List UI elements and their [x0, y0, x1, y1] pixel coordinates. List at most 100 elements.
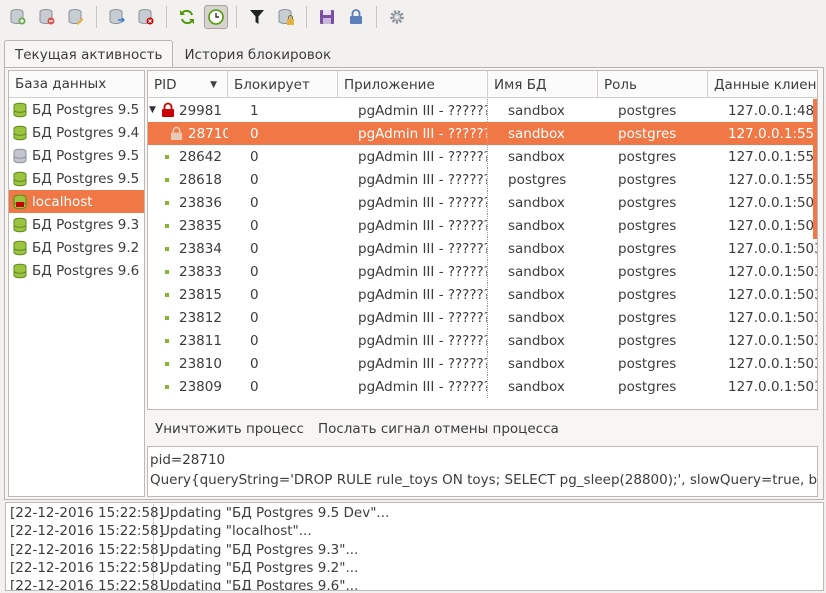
auto-refresh-button[interactable]: [204, 5, 228, 29]
refresh-button[interactable]: [175, 5, 199, 29]
process-row[interactable]: ▼ 29981 1 pgAdmin III - ??????? sandbox post…: [148, 99, 817, 122]
lock-button[interactable]: [344, 5, 368, 29]
cell-pid: 23812: [148, 306, 228, 329]
connect-button[interactable]: [105, 5, 129, 29]
filter-icon: [250, 10, 264, 24]
toolbar-separator: [306, 6, 307, 28]
database-item[interactable]: localhost: [9, 190, 144, 213]
auto-refresh-clock-icon: [208, 9, 224, 25]
lock-waiting-icon: [170, 126, 183, 140]
process-row[interactable]: 28618 0 pgAdmin III - ??????? postgres postg…: [148, 168, 818, 191]
pid-value: 23811: [179, 332, 222, 349]
add-database-button[interactable]: [6, 5, 30, 29]
cell-role: postgres: [618, 309, 677, 326]
column-header-label: Роль: [604, 76, 637, 93]
process-row[interactable]: 23834 0 pgAdmin III - ??????? sandbox postgr…: [148, 237, 817, 260]
tab-current-activity[interactable]: Текущая активность: [4, 40, 174, 68]
cancel-process-button[interactable]: Послать сигнал отмены процесса: [318, 421, 559, 437]
cell-role: postgres: [618, 217, 677, 234]
cell-application: pgAdmin III - ???????: [338, 122, 488, 145]
tab-lock-history[interactable]: История блокировок: [173, 40, 342, 68]
pid-value: 28642: [179, 148, 222, 165]
database-item-label: БД Postgres 9.2: [32, 239, 140, 256]
pid-value: 29981: [179, 102, 222, 119]
column-header-client-data[interactable]: Данные клиен: [708, 71, 817, 98]
cell-role: postgres: [618, 240, 677, 257]
cell-pid: 23810: [148, 352, 228, 375]
cell-client-data: 127.0.0.1:557: [728, 171, 818, 188]
cell-application: pgAdmin III - ???????: [338, 260, 488, 283]
edit-database-button[interactable]: [64, 5, 88, 29]
database-item[interactable]: БД Postgres 9.5 г: [9, 144, 144, 167]
cell-pid: 28618: [148, 168, 228, 191]
database-item[interactable]: БД Postgres 9.6: [9, 259, 144, 282]
cell-database-name: sandbox: [508, 240, 565, 257]
cell-application: pgAdmin III - ???????: [338, 99, 488, 122]
cell-database-name: sandbox: [508, 332, 565, 349]
process-row[interactable]: 23836 0 pgAdmin III - ??????? sandbox postgr…: [148, 191, 817, 214]
save-button[interactable]: [315, 5, 339, 29]
expand-arrow-icon[interactable]: ▼: [149, 105, 156, 115]
column-header-role[interactable]: Роль: [598, 71, 708, 98]
database-item[interactable]: БД Postgres 9.5 D: [9, 167, 144, 190]
database-item[interactable]: БД Postgres 9.2: [9, 236, 144, 259]
toolbar-separator: [166, 6, 167, 28]
cell-blocks: 0: [250, 171, 259, 188]
log-row: [22-12-2016 15:22:58] Updating "БД Postgr…: [6, 540, 823, 559]
process-row[interactable]: 23835 0 pgAdmin III - ??????? sandbox postgr…: [148, 214, 817, 237]
process-row[interactable]: 28710 0 pgAdmin III - ??????? sandbox postgr…: [148, 122, 817, 145]
process-row[interactable]: 28642 0 pgAdmin III - ??????? sandbox postgr…: [148, 145, 817, 168]
locks-button[interactable]: [274, 5, 298, 29]
process-status-icon: [165, 339, 169, 343]
scrollbar[interactable]: [813, 99, 817, 239]
settings-button[interactable]: [385, 5, 409, 29]
column-header-blocks[interactable]: Блокирует: [228, 71, 338, 98]
column-header-application[interactable]: Приложение: [338, 71, 488, 98]
pid-value: 23835: [179, 217, 222, 234]
details-query-line: Query{queryString='DROP RULE rule_toys O…: [150, 472, 818, 488]
process-row[interactable]: 23812 0 pgAdmin III - ??????? sandbox postgr…: [148, 306, 817, 329]
cell-database-name: sandbox: [508, 263, 565, 280]
cell-pid: 23834: [148, 237, 228, 260]
cell-client-data: 127.0.0.1:503: [728, 355, 818, 372]
database-list-header[interactable]: База данных: [9, 71, 144, 98]
process-details[interactable]: pid=28710 Query{queryString='DROP RULE r…: [147, 446, 818, 497]
process-status-icon: [165, 201, 169, 205]
cell-client-data: 127.0.0.1:503: [728, 378, 818, 395]
cell-application: pgAdmin III - ???????: [338, 375, 488, 398]
disconnect-button[interactable]: [134, 5, 158, 29]
cell-blocks: 0: [250, 286, 259, 303]
database-item[interactable]: БД Postgres 9.3: [9, 213, 144, 236]
cell-role: postgres: [618, 355, 677, 372]
database-item[interactable]: БД Postgres 9.5: [9, 98, 144, 121]
toolbar-separator: [96, 6, 97, 28]
database-item[interactable]: БД Postgres 9.4: [9, 121, 144, 144]
tab-bar: Текущая активность История блокировок: [4, 40, 342, 68]
database-connect-icon: [109, 9, 125, 25]
process-row[interactable]: 23833 0 pgAdmin III - ??????? sandbox postgr…: [148, 260, 817, 283]
process-row[interactable]: 23811 0 pgAdmin III - ??????? sandbox postgr…: [148, 329, 817, 352]
kill-process-button[interactable]: Уничтожить процесс: [155, 421, 304, 437]
lock-icon: [350, 9, 362, 24]
log-message: Updating "БД Postgres 9.3"...: [160, 541, 359, 558]
process-status-icon: [165, 224, 169, 228]
process-row[interactable]: 23809 0 pgAdmin III - ??????? sandbox postgr…: [148, 375, 818, 398]
process-row[interactable]: 23810 0 pgAdmin III - ??????? sandbox postgr…: [148, 352, 818, 375]
log-row: [22-12-2016 15:22:58] Updating "БД Postgr…: [6, 504, 823, 523]
database-item-label: БД Postgres 9.3: [32, 216, 140, 233]
cell-database-name: sandbox: [508, 286, 565, 303]
column-header-pid[interactable]: PID ▼: [148, 71, 228, 98]
remove-database-button[interactable]: [35, 5, 59, 29]
lock-red-icon: [162, 102, 174, 117]
column-header-database-name[interactable]: Имя БД: [488, 71, 598, 98]
pid-value: 23836: [179, 194, 222, 211]
pid-value: 28618: [179, 171, 222, 188]
cell-application: pgAdmin III - ???????: [338, 214, 488, 237]
process-status-icon: [165, 362, 169, 366]
cell-blocks: 0: [250, 309, 259, 326]
log-panel[interactable]: [22-12-2016 15:22:58] Updating "БД Postgr…: [5, 502, 824, 591]
filter-button[interactable]: [245, 5, 269, 29]
cell-role: postgres: [618, 332, 677, 349]
process-row[interactable]: 23815 0 pgAdmin III - ??????? sandbox postgr…: [148, 283, 817, 306]
database-item-label: БД Postgres 9.5: [32, 101, 140, 118]
